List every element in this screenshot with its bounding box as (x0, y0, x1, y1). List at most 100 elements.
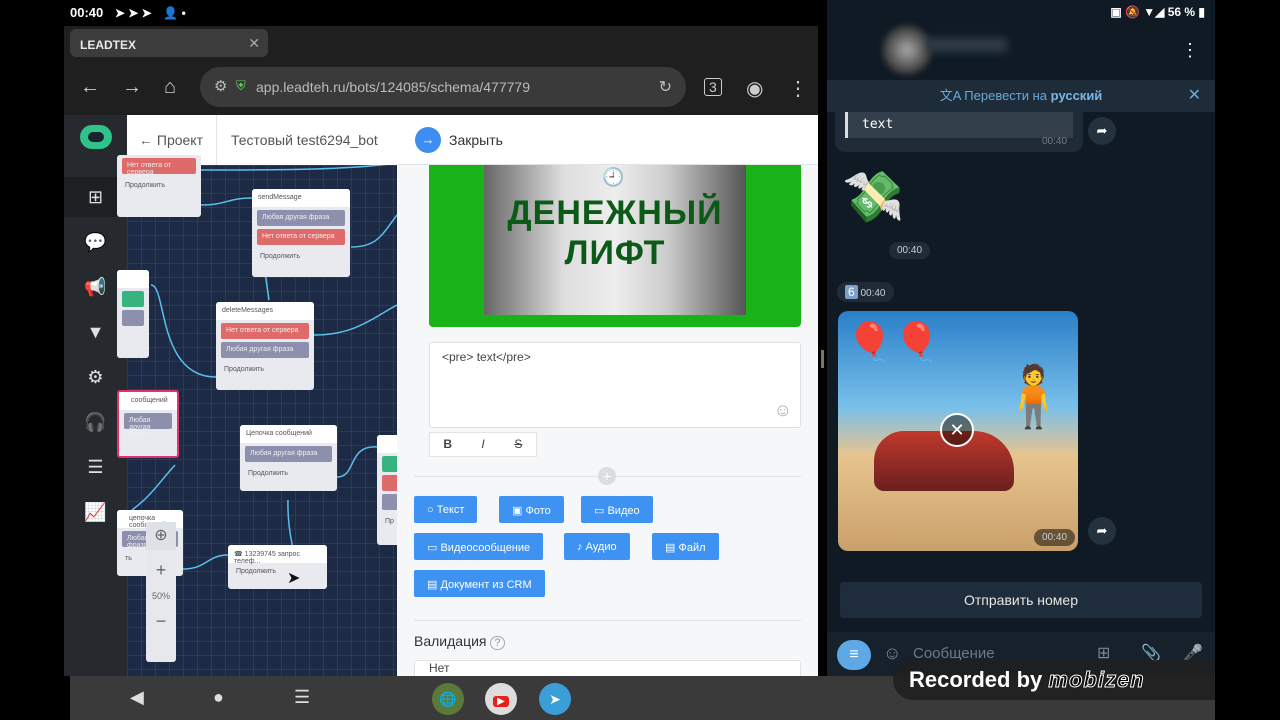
italic-button[interactable]: I (465, 433, 500, 456)
add-videonote-button[interactable]: ▭ Видеосообщение (414, 533, 544, 560)
add-file-button[interactable]: ▤ Файл (652, 533, 719, 560)
youtube-icon[interactable]: ▶ (485, 683, 517, 715)
balloons-image: 🎈🎈 (846, 322, 941, 364)
telegram-notification-icon: ➤ ➤ ➤ (114, 6, 152, 20)
flow-node-chain[interactable]: Цепочка сообщений Любая другая фраза Про… (240, 425, 337, 491)
leadteh-app: ⊞ 💬 📢 ▼ ⚙ 🎧 ☰ 📈 ← Проект Тестовый test62… (64, 115, 818, 676)
photo-message[interactable]: 🎈🎈 🧍 ✕ 00:40 (838, 311, 1078, 551)
home-icon[interactable]: ⌂ (164, 76, 176, 99)
add-text-button[interactable]: ○ Текст (414, 496, 478, 523)
bold-button[interactable]: B (430, 433, 465, 456)
node-button: Любая другая фраза (245, 446, 332, 462)
translate-bar[interactable]: 文A Перевести на русский ✕ (827, 80, 1215, 112)
forward-icon[interactable]: ➦ (1088, 517, 1116, 545)
close-tab-icon[interactable]: ✕ (248, 35, 260, 52)
flow-node-deletemessages[interactable]: deleteMessages Нет ответа от сервера Люб… (216, 302, 314, 390)
back-to-project-link[interactable]: ← Проект (139, 132, 203, 148)
flow-node[interactable]: Нет ответа от сервера Продолжить (117, 155, 201, 217)
home-nav-icon[interactable]: ● (213, 687, 224, 708)
chat-avatar[interactable] (882, 25, 932, 75)
split-handle[interactable] (821, 350, 824, 368)
flow-node-selected[interactable]: сообщений Любая другая фраза (117, 390, 179, 458)
reload-icon[interactable]: ↻ (659, 77, 672, 97)
help-icon[interactable]: ? (490, 636, 505, 650)
add-crm-document-button[interactable]: ▤ Документ из CRM (414, 570, 545, 597)
forward-icon[interactable]: ➦ (1088, 117, 1116, 145)
more-menu-icon[interactable]: ⋮ (1181, 40, 1199, 61)
node-button (122, 291, 144, 307)
browser-tab[interactable]: LEADTEX ✕ (70, 29, 268, 57)
bot-menu-icon[interactable]: ≡ (837, 640, 871, 670)
back-nav-icon[interactable]: ◀ (130, 687, 144, 708)
message-time: 00:40 (1042, 136, 1068, 147)
message-bubble[interactable]: 6 00:40 (837, 282, 894, 302)
chat-name-blurred[interactable] (927, 38, 1007, 52)
message-text-value: <pre> text</pre> (442, 350, 531, 364)
divider (414, 620, 801, 621)
bot-selector[interactable]: Тестовый test6294_bot (216, 115, 396, 165)
text-icon: ○ (427, 504, 434, 516)
money-sticker[interactable]: 💸 (842, 162, 932, 232)
telegram-icon[interactable]: ➤ (539, 683, 571, 715)
sticker-icon[interactable]: ☺ (883, 643, 901, 664)
node-continue: Продолжить (260, 253, 301, 260)
zoom-out-button[interactable]: − (146, 611, 176, 632)
node-button: Нет ответа от сервера (221, 323, 309, 339)
flow-node[interactable] (117, 270, 149, 358)
browser-toolbar: ← → ⌂ ⚙ ⛨ app.leadteh.ru/bots/124085/sch… (64, 60, 818, 115)
zoom-level: 50% (151, 591, 170, 601)
add-block-icon[interactable]: + (598, 467, 616, 485)
browser-tab-bar: LEADTEX ✕ (64, 26, 818, 60)
node-button: Любая другая фраза (257, 210, 345, 226)
close-arrow-icon[interactable]: → (415, 127, 441, 153)
panel-header: → Закрыть (397, 115, 818, 165)
node-title: Цепочка сообщений (240, 425, 337, 443)
close-icon[interactable]: ✕ (1188, 86, 1201, 106)
add-audio-button[interactable]: ♪ Аудио (564, 533, 630, 560)
button-label: Видео (607, 505, 640, 517)
node-continue: Продолжить (224, 366, 265, 373)
account-icon[interactable]: ◉ (746, 76, 763, 101)
zoom-in-button[interactable]: + (146, 560, 176, 581)
forward-icon[interactable]: → (122, 76, 142, 99)
strike-button[interactable]: S (501, 433, 536, 456)
emoji-icon[interactable]: ☺ (774, 400, 792, 421)
status-time: 00:40 (70, 5, 104, 20)
send-phone-button[interactable]: Отправить номер (840, 582, 1202, 618)
flow-node-phone-request[interactable]: ☎ 13239745 запрос телеф... Продолжить (228, 545, 327, 589)
node-title: deleteMessages (216, 302, 314, 320)
app-icon-globe[interactable]: 🌐 (432, 683, 464, 715)
document-icon: ▤ (427, 579, 438, 591)
center-view-icon[interactable]: ⊕ (146, 522, 176, 550)
validation-value: Нет (429, 661, 450, 675)
recents-nav-icon[interactable]: ☰ (294, 687, 310, 708)
address-bar[interactable]: ⚙ ⛨ app.leadteh.ru/bots/124085/schema/47… (200, 67, 686, 107)
cancel-download-icon[interactable]: ✕ (940, 413, 974, 447)
app-logo[interactable] (80, 125, 112, 149)
translate-prefix: Перевести на (964, 88, 1048, 103)
tabs-button[interactable]: 3 (704, 78, 722, 96)
status-icons: ▣ 🔕 ▼◢ 56 % ▮ (1110, 5, 1205, 19)
status-bar: 00:40 ➤ ➤ ➤ 👤 • (70, 0, 820, 26)
validation-heading: Валидация ? (414, 633, 505, 650)
message-bubble[interactable]: text 00:40 (835, 112, 1083, 152)
add-video-button[interactable]: ▭ Видео (581, 496, 653, 523)
message-time: 00:40 (860, 288, 886, 299)
message-text-input[interactable]: <pre> text</pre> ☺ (429, 342, 801, 428)
node-title: сообщений (119, 392, 177, 410)
flow-node-sendmessage[interactable]: sendMessage Любая другая фраза Нет ответ… (252, 189, 350, 277)
more-menu-icon[interactable]: ⋮ (788, 76, 808, 101)
site-settings-icon[interactable]: ⚙ (214, 77, 227, 95)
button-label: Файл (678, 542, 706, 554)
close-panel-button[interactable]: Закрыть (449, 132, 503, 148)
add-photo-button[interactable]: ▣ Фото (499, 496, 564, 523)
chat-icon[interactable]: 💬 (64, 222, 127, 262)
button-label: Документ из CRM (440, 579, 532, 591)
node-button: Любая другая фраза (221, 342, 309, 358)
validation-select[interactable]: Нет (414, 660, 801, 676)
message-image[interactable]: 🕘 ДЕНЕЖНЫЙ ЛИФТ (429, 165, 801, 327)
node-button (122, 310, 144, 326)
video-icon: ▭ (594, 505, 605, 517)
back-icon[interactable]: ← (80, 76, 100, 99)
video-icon: ▭ (427, 542, 438, 554)
